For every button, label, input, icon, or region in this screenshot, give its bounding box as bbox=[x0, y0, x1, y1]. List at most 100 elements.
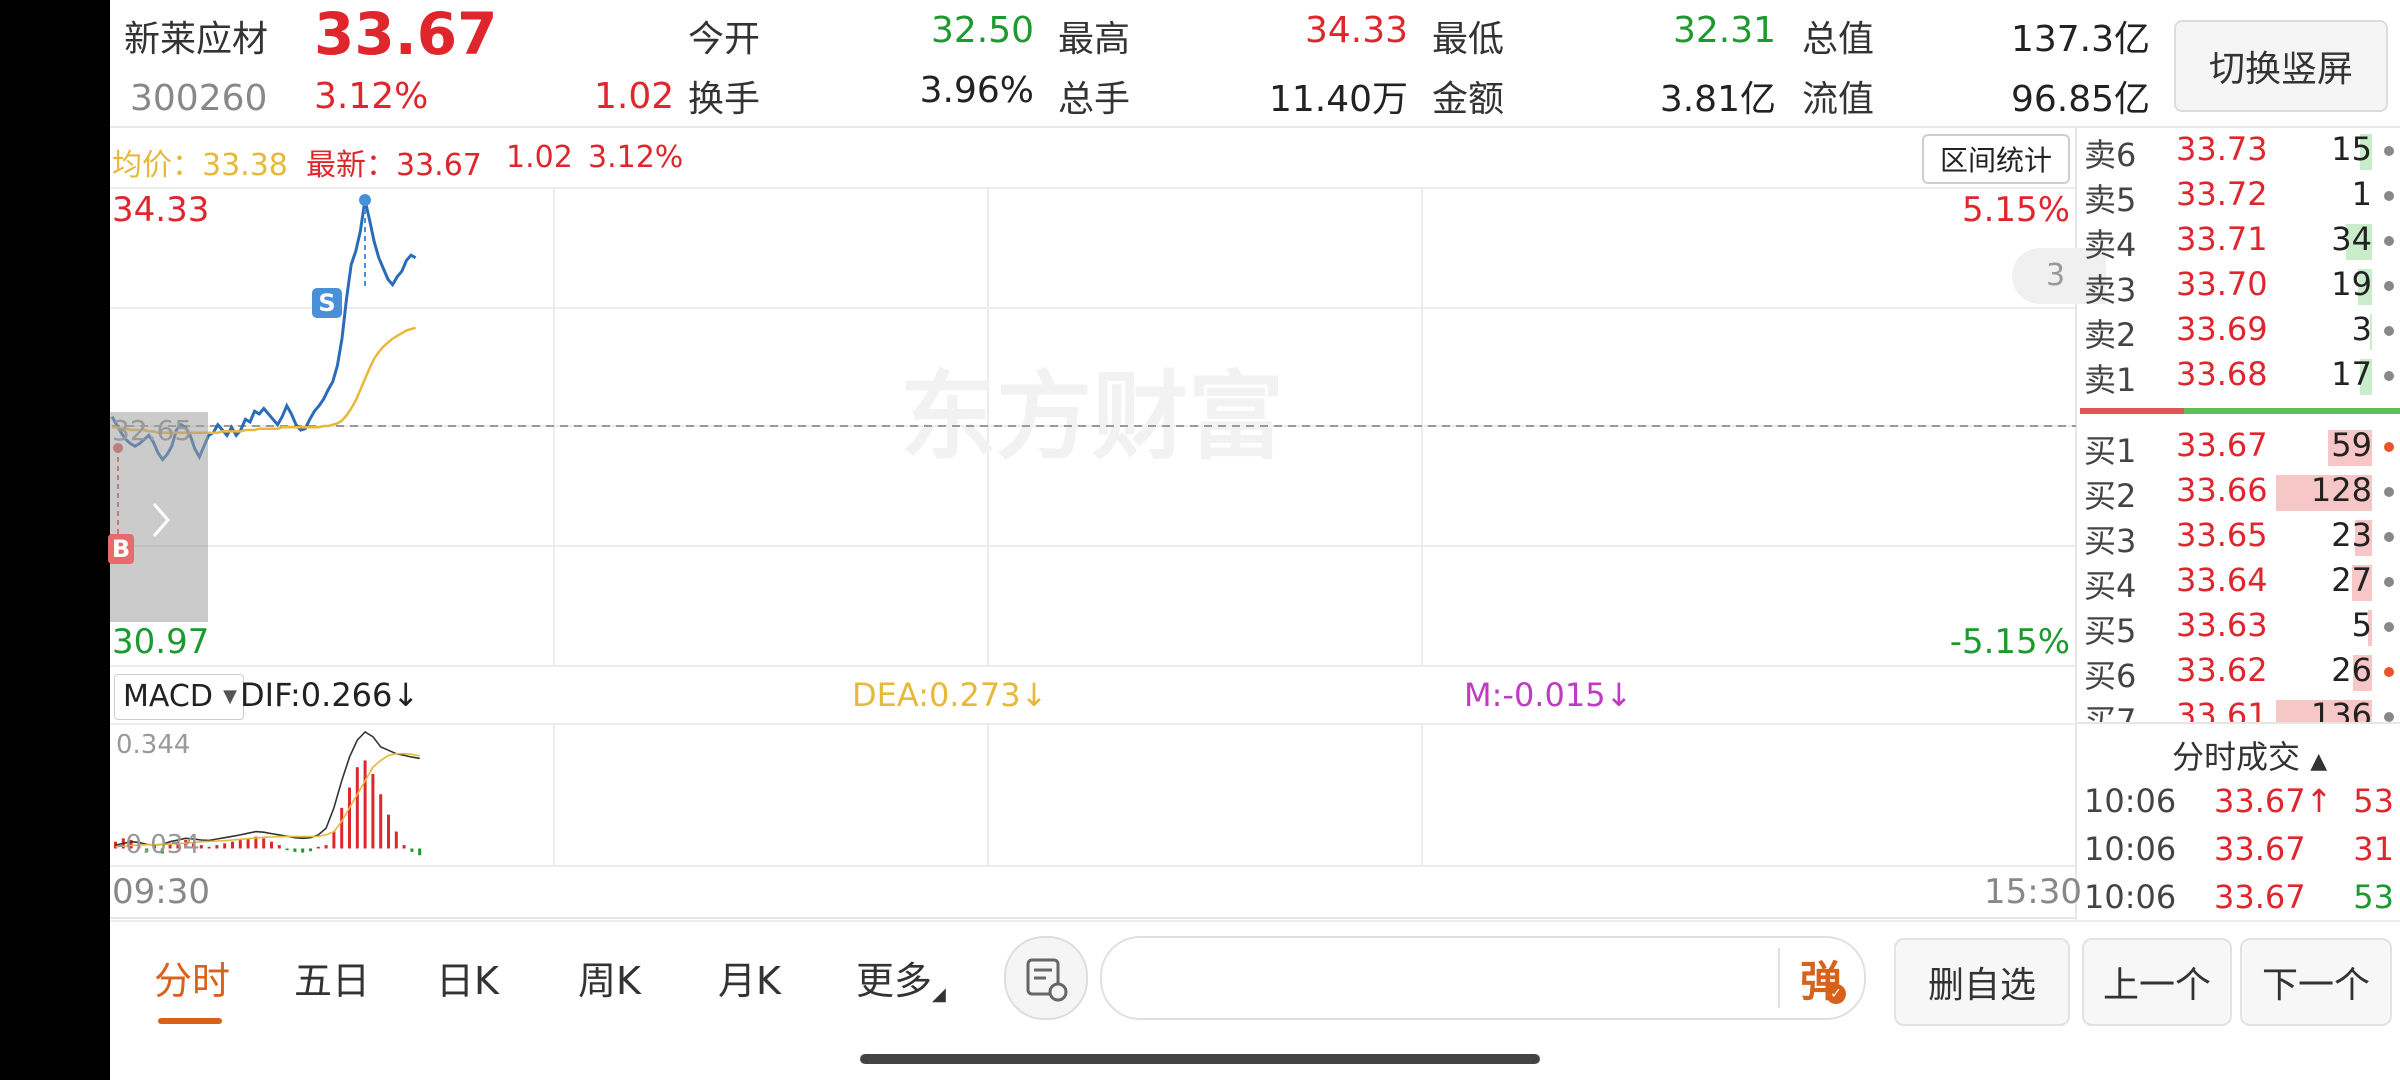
level-label: 买3 bbox=[2084, 522, 2137, 560]
header-field-label: 总值 bbox=[1802, 19, 1875, 60]
header-field-label: 总手 bbox=[1058, 79, 1131, 120]
level-volume: 1 bbox=[2351, 175, 2372, 213]
buy-marker[interactable]: B bbox=[108, 534, 134, 564]
level-dot bbox=[2384, 532, 2394, 542]
chart-y-min: 30.97 bbox=[112, 622, 210, 662]
trade-time: 10:06 bbox=[2084, 830, 2177, 868]
macd-hist-bar bbox=[348, 787, 351, 849]
macd-hist-bar bbox=[371, 773, 375, 849]
level-price: 33.63 bbox=[2176, 606, 2268, 644]
switch-portrait-button[interactable]: 切换竖屏 bbox=[2174, 20, 2388, 112]
delete-watchlist-button[interactable]: 删自选 bbox=[1894, 938, 2070, 1026]
period-tab[interactable]: 月K bbox=[718, 950, 781, 1005]
trade-price: 33.67 bbox=[2214, 878, 2306, 916]
trade-volume: 31 bbox=[2353, 830, 2394, 868]
macd-hist-bar bbox=[207, 846, 211, 849]
indicator-select[interactable]: MACD ▼ bbox=[114, 674, 244, 720]
header-field-value: 32.50 bbox=[930, 10, 1034, 51]
macd-hist-bar bbox=[246, 838, 250, 849]
macd-dea-label: DEA:0.273↓ bbox=[852, 676, 1048, 714]
sell-level-row[interactable]: 卖1 33.68 17 bbox=[2084, 355, 2400, 399]
trade-time: 10:06 bbox=[2084, 878, 2177, 916]
chart-pct-min: -5.15% bbox=[1949, 622, 2070, 662]
sell-level-row[interactable]: 卖4 33.71 34 bbox=[2084, 220, 2400, 264]
trade-row: 10:06 33.67 31 bbox=[2084, 830, 2400, 876]
macd-hist-bar bbox=[340, 807, 344, 849]
macd-hist-bar bbox=[379, 794, 383, 849]
latest-price-label: 最新：33.67 bbox=[306, 148, 482, 183]
buy-level-row[interactable]: 买1 33.67 59 bbox=[2084, 426, 2400, 470]
level-dot bbox=[2384, 326, 2394, 336]
macd-hist-bar bbox=[301, 848, 305, 853]
level-label: 卖6 bbox=[2084, 136, 2137, 174]
sell-level-row[interactable]: 卖5 33.72 1 bbox=[2084, 175, 2400, 219]
level-dot bbox=[2384, 577, 2394, 587]
macd-dif-label: DIF:0.266↓ bbox=[240, 676, 420, 714]
header-field-label: 最高 bbox=[1058, 19, 1131, 60]
buy-level-row[interactable]: 买5 33.63 5 bbox=[2084, 606, 2400, 650]
macd-hist-bar bbox=[285, 848, 289, 851]
macd-hist-bar bbox=[199, 845, 203, 849]
sell-level-row[interactable]: 卖3 33.70 19 bbox=[2084, 265, 2400, 309]
period-tab[interactable]: 日K bbox=[436, 950, 499, 1005]
period-tab[interactable]: 五日 bbox=[294, 950, 370, 1005]
macd-hist-bar bbox=[316, 846, 320, 849]
level-price: 33.71 bbox=[2176, 220, 2268, 258]
trade-price: 33.67↑ bbox=[2214, 782, 2333, 820]
check-icon: ✓ bbox=[1826, 984, 1846, 1004]
macd-hist-bar bbox=[215, 845, 219, 849]
period-tab[interactable]: 周K bbox=[578, 950, 641, 1005]
period-tab[interactable]: 分时 bbox=[154, 950, 230, 1005]
level-label: 卖5 bbox=[2084, 181, 2137, 219]
trades-divider bbox=[2076, 722, 2400, 724]
range-stats-button[interactable]: 区间统计 bbox=[1922, 134, 2070, 184]
level-volume: 17 bbox=[2331, 355, 2372, 393]
level-label: 买2 bbox=[2084, 477, 2137, 515]
header-field-value: 11.40万 bbox=[1268, 79, 1408, 120]
level-price: 33.64 bbox=[2176, 561, 2268, 599]
macd-hist-bar bbox=[231, 841, 234, 849]
macd-hist-bar bbox=[355, 767, 359, 849]
level-dot bbox=[2384, 371, 2394, 381]
buy-level-row[interactable]: 买2 33.66 128 bbox=[2084, 471, 2400, 515]
level-volume: 26 bbox=[2331, 651, 2372, 689]
comment-input[interactable]: 弹 ✓ bbox=[1100, 936, 1866, 1020]
macd-hist-bar bbox=[332, 831, 336, 849]
buy-level-row[interactable]: 买7 33.61 136 bbox=[2084, 696, 2400, 722]
level-volume: 3 bbox=[2351, 310, 2372, 348]
macd-hist-bar bbox=[309, 848, 312, 852]
header-field-value: 34.33 bbox=[1304, 10, 1408, 51]
buy-level-row[interactable]: 买4 33.64 27 bbox=[2084, 561, 2400, 605]
prev-stock-button[interactable]: 上一个 bbox=[2082, 938, 2232, 1026]
trades-title-text: 分时成交 bbox=[2172, 738, 2301, 776]
macd-hist-bar bbox=[270, 841, 273, 849]
buy-level-row[interactable]: 买6 33.62 26 bbox=[2084, 651, 2400, 695]
macd-hist-bar bbox=[394, 831, 398, 849]
level-volume: 27 bbox=[2331, 561, 2372, 599]
stock-code: 300260 bbox=[130, 78, 268, 119]
sell-level-row[interactable]: 卖6 33.73 15 bbox=[2084, 130, 2400, 174]
period-tab[interactable]: 更多◢ bbox=[856, 950, 946, 1005]
sell-level-row[interactable]: 卖2 33.69 3 bbox=[2084, 310, 2400, 354]
next-stock-button[interactable]: 下一个 bbox=[2240, 938, 2392, 1026]
level-label: 买5 bbox=[2084, 612, 2137, 650]
level-price: 33.62 bbox=[2176, 651, 2268, 689]
macd-hist-bar bbox=[387, 814, 390, 849]
macd-y-max: 0.344 bbox=[116, 730, 191, 760]
level-dot bbox=[2384, 191, 2394, 201]
level-price: 33.66 bbox=[2176, 471, 2268, 509]
buy-level-row[interactable]: 买3 33.65 23 bbox=[2084, 516, 2400, 560]
trades-title[interactable]: 分时成交 ▲ bbox=[2172, 732, 2327, 778]
macd-hist-bar bbox=[262, 838, 266, 849]
level-price: 33.72 bbox=[2176, 175, 2268, 213]
macd-m-label: M:-0.015↓ bbox=[1464, 676, 1633, 714]
level-price: 33.67 bbox=[2176, 426, 2268, 464]
macd-hist-bar bbox=[293, 848, 297, 852]
time-start: 09:30 bbox=[112, 872, 210, 912]
level-price: 33.65 bbox=[2176, 516, 2268, 554]
watermark: 东方财富 bbox=[900, 361, 1284, 473]
header-field-value: 3.81亿 bbox=[1659, 79, 1776, 120]
note-icon[interactable] bbox=[1004, 936, 1088, 1020]
sell-marker[interactable]: S bbox=[312, 288, 342, 318]
active-tab-indicator bbox=[158, 1018, 222, 1024]
